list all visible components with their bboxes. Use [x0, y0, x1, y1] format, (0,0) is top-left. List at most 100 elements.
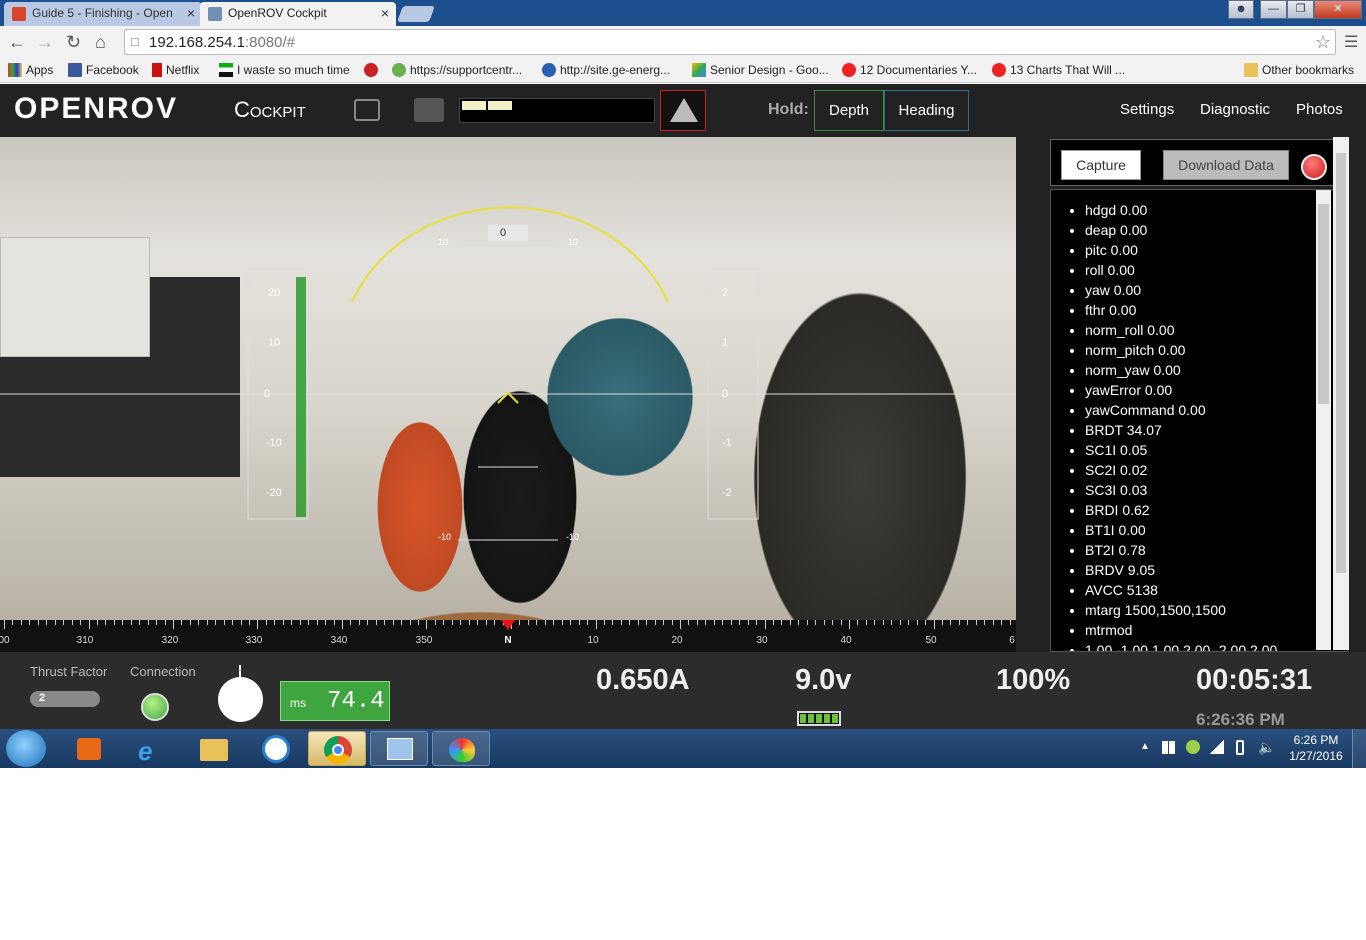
bookmark-netflix[interactable]: Netflix — [152, 63, 199, 77]
chrome-icon[interactable] — [308, 731, 366, 766]
bookmark-pinterest[interactable] — [364, 63, 382, 77]
telemetry-list[interactable]: hdgd 0.00deap 0.00pitc 0.00roll 0.00yaw … — [1050, 189, 1348, 652]
control-panel-icon[interactable] — [370, 731, 428, 766]
record-button[interactable] — [1301, 154, 1327, 180]
apps-icon — [8, 63, 22, 77]
bookmark-ge[interactable]: http://site.ge-energ... — [542, 63, 670, 77]
bookmark-facebook[interactable]: Facebook — [68, 63, 139, 77]
taskbar-clock[interactable]: 6:26 PM 1/27/2016 — [1286, 733, 1346, 763]
menu-icon[interactable]: ☰ — [1344, 32, 1358, 52]
laser-button[interactable] — [660, 90, 706, 131]
maximize-button[interactable]: ❐ — [1287, 0, 1314, 19]
telemetry-item: BRDV 9.05 — [1085, 560, 1347, 580]
internet-explorer-icon[interactable]: e — [122, 731, 180, 766]
reload-icon[interactable]: ↻ — [66, 32, 81, 53]
compass-tick — [739, 620, 740, 625]
compass-tick — [638, 620, 639, 625]
show-desktop-button[interactable] — [1352, 729, 1366, 768]
nav-photos[interactable]: Photos — [1296, 101, 1343, 118]
pitch-scale-label: 2 — [722, 287, 729, 299]
thrust-factor-value: 2 — [39, 692, 46, 704]
tab-openrov-cockpit[interactable]: OpenROV Cockpit × — [200, 2, 396, 26]
volume-muted-icon[interactable]: 🔈 — [1258, 739, 1275, 756]
compass-tick — [612, 620, 613, 625]
tray-status-icon[interactable] — [1186, 740, 1200, 754]
compass-tick — [925, 620, 926, 625]
new-tab-button[interactable] — [397, 6, 435, 22]
telemetry-item: SC2I 0.02 — [1085, 460, 1347, 480]
close-icon[interactable]: × — [381, 2, 389, 24]
nav-settings[interactable]: Settings — [1120, 101, 1174, 118]
profile-button[interactable]: ☻ — [1228, 0, 1254, 19]
hold-heading-button[interactable]: Heading — [884, 90, 969, 131]
lights-level-bar[interactable] — [459, 98, 655, 123]
latency-value: 74.4 — [327, 688, 385, 715]
network-icon[interactable] — [1210, 740, 1224, 754]
media-player-icon[interactable] — [60, 731, 118, 766]
home-icon[interactable]: ⌂ — [95, 32, 106, 53]
close-icon[interactable]: × — [187, 2, 195, 24]
bookmark-iwaste[interactable]: I waste so much time — [219, 63, 350, 77]
minimize-button[interactable]: — — [1260, 0, 1287, 19]
show-hidden-icons[interactable]: ▲ — [1140, 741, 1150, 752]
camera-icon[interactable] — [414, 98, 444, 122]
compass-tick — [435, 620, 436, 625]
compass-label: 40 — [840, 635, 852, 646]
bookmark-charts[interactable]: 13 Charts That Will ... — [992, 63, 1125, 77]
paint-icon[interactable] — [432, 731, 490, 766]
bookmark-label: I waste so much time — [237, 63, 350, 77]
compass-tick — [80, 620, 81, 625]
forward-icon[interactable]: → — [36, 32, 54, 53]
compass-tick — [477, 620, 478, 625]
compass-tick — [274, 620, 275, 625]
thrust-factor-slider[interactable]: 2 — [30, 691, 100, 707]
scrollbar-thumb[interactable] — [1336, 153, 1346, 573]
compass-label: 50 — [925, 635, 937, 646]
bookmark-documentaries[interactable]: 12 Documentaries Y... — [842, 63, 977, 77]
compass-tick — [89, 620, 90, 629]
telemetry-item: BRDT 34.07 — [1085, 420, 1347, 440]
window-close-button[interactable]: ✕ — [1314, 0, 1362, 19]
back-icon[interactable]: ← — [8, 32, 26, 53]
capture-button[interactable]: Capture — [1061, 150, 1141, 180]
bookmark-supportcentr[interactable]: https://supportcentr... — [392, 63, 522, 77]
bookmark-senior-design[interactable]: Senior Design - Goo... — [692, 63, 829, 77]
file-explorer-icon[interactable] — [184, 731, 242, 766]
taskbar-time: 6:26 PM — [1293, 733, 1339, 747]
telemetry-scrollbar[interactable] — [1316, 190, 1331, 650]
dell-icon[interactable] — [246, 731, 304, 766]
tab-guide5[interactable]: Guide 5 - Finishing - Open × — [4, 2, 202, 26]
hold-depth-button[interactable]: Depth — [814, 90, 884, 131]
windows-flag-icon[interactable] — [1162, 741, 1175, 754]
compass-tick — [418, 620, 419, 625]
compass-tick — [587, 620, 588, 625]
compass-tick — [655, 620, 656, 625]
compass-tick — [266, 620, 267, 625]
download-data-button[interactable]: Download Data — [1163, 150, 1289, 180]
keyboard-icon[interactable] — [354, 99, 380, 121]
compass-tick — [443, 620, 444, 625]
star-icon[interactable]: ☆ — [1315, 32, 1331, 53]
bookmark-other[interactable]: Other bookmarks — [1244, 63, 1354, 77]
clock-readout: 6:26:36 PM — [1196, 710, 1285, 729]
bookmarks-bar: Apps Facebook Netflix I waste so much ti… — [0, 59, 1366, 83]
compass-tick — [545, 620, 546, 625]
compass-tick — [38, 620, 39, 625]
heading-marker-icon — [501, 620, 515, 630]
compass-tick — [384, 620, 385, 625]
compass-tick — [460, 620, 461, 625]
compass-tick — [562, 620, 563, 625]
compass-tick — [55, 620, 56, 625]
compass-tick — [12, 620, 13, 625]
page-scrollbar[interactable] — [1333, 137, 1349, 650]
address-bar[interactable]: □ 192.168.254.1:8080/# ☆ — [124, 29, 1336, 55]
start-button[interactable] — [6, 730, 46, 767]
bookmark-apps[interactable]: Apps — [8, 63, 53, 77]
video-feed: 0 10 10 20 10 0 -10 -20 2 1 0 -1 -2 -10 … — [0, 137, 1016, 622]
scrollbar-thumb[interactable] — [1318, 204, 1329, 404]
compass-label: 00 — [0, 635, 10, 646]
compass-tick — [232, 620, 233, 625]
pitch-scale-label: -1 — [722, 437, 732, 449]
battery-tray-icon[interactable] — [1236, 740, 1244, 755]
nav-diagnostic[interactable]: Diagnostic — [1200, 101, 1270, 118]
